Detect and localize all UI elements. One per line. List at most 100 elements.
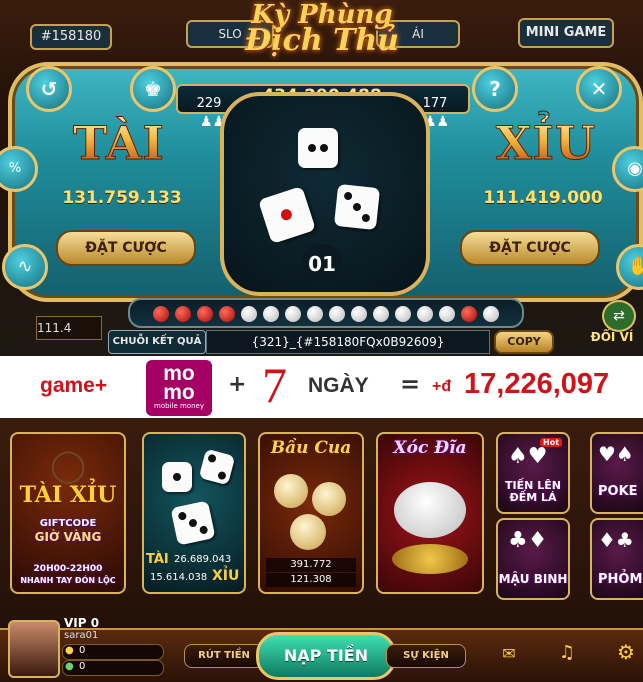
history-dot-white <box>307 305 323 322</box>
maubinh-game-card[interactable]: ♣♦ MẬU BINH <box>496 518 570 600</box>
promo-equals: = <box>400 370 421 398</box>
baucua-game-card[interactable]: Bầu Cua 391.772 121.308 <box>258 432 364 594</box>
xocdia-title: Xóc Đĩa <box>393 438 467 458</box>
coin-pile-icon <box>392 544 468 574</box>
tai-amount: 131.759.133 <box>62 188 182 208</box>
phom-label: PHỎM <box>598 572 643 587</box>
countdown-timer: 01 <box>302 244 342 280</box>
history-dot-white <box>351 305 367 322</box>
balance-1: 0 <box>79 645 86 656</box>
trend-chart-icon: ∿ <box>17 256 33 277</box>
maubinh-cards-icon: ♣♦ <box>508 528 548 553</box>
percent-icon: % <box>8 161 22 176</box>
bell-icon[interactable]: ♫ <box>556 642 578 664</box>
taixiu-game-card[interactable]: TÀI 26.689.043 15.614.038 XỈU <box>142 432 246 594</box>
poker-game-card[interactable]: ♥♠ POKE <box>590 432 643 514</box>
history-dot-white <box>373 305 389 322</box>
username: sara01 <box>64 630 99 641</box>
balance-2: 0 <box>79 661 86 672</box>
vip-level: VIP 0 <box>64 616 100 630</box>
history-icon: ↺ <box>40 77 58 101</box>
history-dot-red <box>219 305 235 322</box>
gourd-coin-1 <box>274 474 308 508</box>
copy-button[interactable]: COPY <box>494 330 554 354</box>
history-label: CHUỖI KẾT QUẢ <box>108 330 206 354</box>
momo-logo: mo mo mobile money <box>146 360 212 416</box>
bet-xiu-button[interactable]: ĐẶT CƯỢC <box>460 230 600 266</box>
history-dot-white <box>241 305 257 322</box>
result-history-dots <box>150 303 502 322</box>
promo-amount: 17,226,097 <box>464 368 610 400</box>
featured-tagline: NHANH TAY ĐÓN LỘC <box>20 576 116 585</box>
leaderboard-button[interactable]: ♚ <box>130 66 176 112</box>
gourd-coin-2 <box>312 482 346 516</box>
clock-icon: ◯ <box>50 446 86 484</box>
card-die-left <box>162 462 192 492</box>
featured-line2: GIỜ VÀNG <box>34 530 102 544</box>
featured-title: TÀI XỈU <box>19 482 117 508</box>
green-coin-icon: ● <box>65 661 74 672</box>
close-icon: ✕ <box>590 77 608 101</box>
die-two <box>298 128 338 168</box>
promo-days-label: NGÀY <box>308 374 369 397</box>
xocdia-game-card[interactable]: Xóc Đĩa <box>376 432 484 594</box>
promo-prefix: game+ <box>40 374 108 397</box>
history-dot-white <box>483 305 499 322</box>
history-button[interactable]: ↺ <box>26 66 72 112</box>
result-history-bar <box>128 298 524 328</box>
xiu-label: XỈU <box>486 116 606 171</box>
tienlen-game-card[interactable]: Hot ♠♥ TIẾN LÊN ĐẾM LÁ <box>496 432 570 514</box>
players-left-icon: ♟♟ <box>200 114 226 130</box>
eye-icon: ◉ <box>627 158 643 179</box>
featured-hours: 20H00-22H00 <box>33 564 103 574</box>
card-tai-label: TÀI <box>146 552 169 567</box>
taixiu-game-panel: #158180 SLO ÁI MINI GAME Kỳ Phùng Địch T… <box>0 0 643 356</box>
featured-giftcode-card[interactable]: ◯ TÀI XỈU GIFTCODE GIỜ VÀNG 20H00-22H00 … <box>10 432 126 594</box>
trophy-icon: ♚ <box>144 77 162 101</box>
question-icon: ? <box>489 77 501 101</box>
bowl-icon <box>394 482 466 538</box>
card-die-center <box>170 500 216 546</box>
trend-chart-button[interactable]: ∿ <box>2 244 48 290</box>
promo-plus: + <box>228 372 247 397</box>
result-code-field: {321}_{#158180FQx0B92609} <box>206 330 490 354</box>
history-dot-white <box>263 305 279 322</box>
wallet-swap-icon[interactable]: ⇄ <box>602 300 636 332</box>
help-button[interactable]: ? <box>472 66 518 112</box>
poker-cards-icon: ♥♠ <box>598 442 634 466</box>
playing-cards-icon: ♠♥ <box>508 444 548 469</box>
history-dot-white <box>395 305 411 322</box>
baucua-value-1: 391.772 <box>266 558 356 572</box>
momo-logo-sub: mobile money <box>154 402 204 410</box>
momo-logo-bottom: mo <box>163 381 195 404</box>
card-tai-value: 26.689.043 <box>174 554 232 565</box>
game-title: Kỳ Phùng Địch Thủ <box>230 2 414 56</box>
bottom-navbar: VIP 0 sara01 ● 0 ● 0 RÚT TIỀN NẠP TIỀN S… <box>0 616 643 682</box>
phom-cards-icon: ♦♣ <box>598 528 634 552</box>
poker-label: POKE <box>598 484 638 499</box>
withdraw-button[interactable]: RÚT TIỀN <box>184 644 264 668</box>
close-button[interactable]: ✕ <box>576 66 622 112</box>
gear-icon[interactable]: ⚙ <box>614 640 638 664</box>
history-dot-white <box>417 305 433 322</box>
exchange-label[interactable]: ĐỔI VÍ <box>584 330 640 344</box>
gourd-coin-3 <box>290 514 326 550</box>
bet-tai-button[interactable]: ĐẶT CƯỢC <box>56 230 196 266</box>
phom-game-card[interactable]: ♦♣ PHỎM <box>590 518 643 600</box>
balance-1-box: ● 0 <box>62 644 164 660</box>
history-dot-red <box>175 305 191 322</box>
promo-banner: game+ mo mo mobile money + 7 NGÀY = +đ 1… <box>0 356 643 418</box>
tai-label: TÀI <box>64 116 174 171</box>
card-xiu-label: XỈU <box>212 568 240 584</box>
promo-plus-currency: +đ <box>432 378 452 395</box>
card-die-right <box>198 448 236 486</box>
maubinh-label: MẬU BINH <box>498 572 568 586</box>
history-dot-red <box>461 305 477 322</box>
session-id-badge: #158180 <box>30 24 112 50</box>
history-dot-red <box>153 305 169 322</box>
avatar[interactable] <box>8 620 60 678</box>
gift-card-icon[interactable]: ✉ <box>498 644 520 664</box>
events-button[interactable]: SỰ KIỆN <box>386 644 466 668</box>
mini-game-button[interactable]: MINI GAME <box>518 18 614 48</box>
deposit-button[interactable]: NẠP TIỀN <box>256 632 396 680</box>
